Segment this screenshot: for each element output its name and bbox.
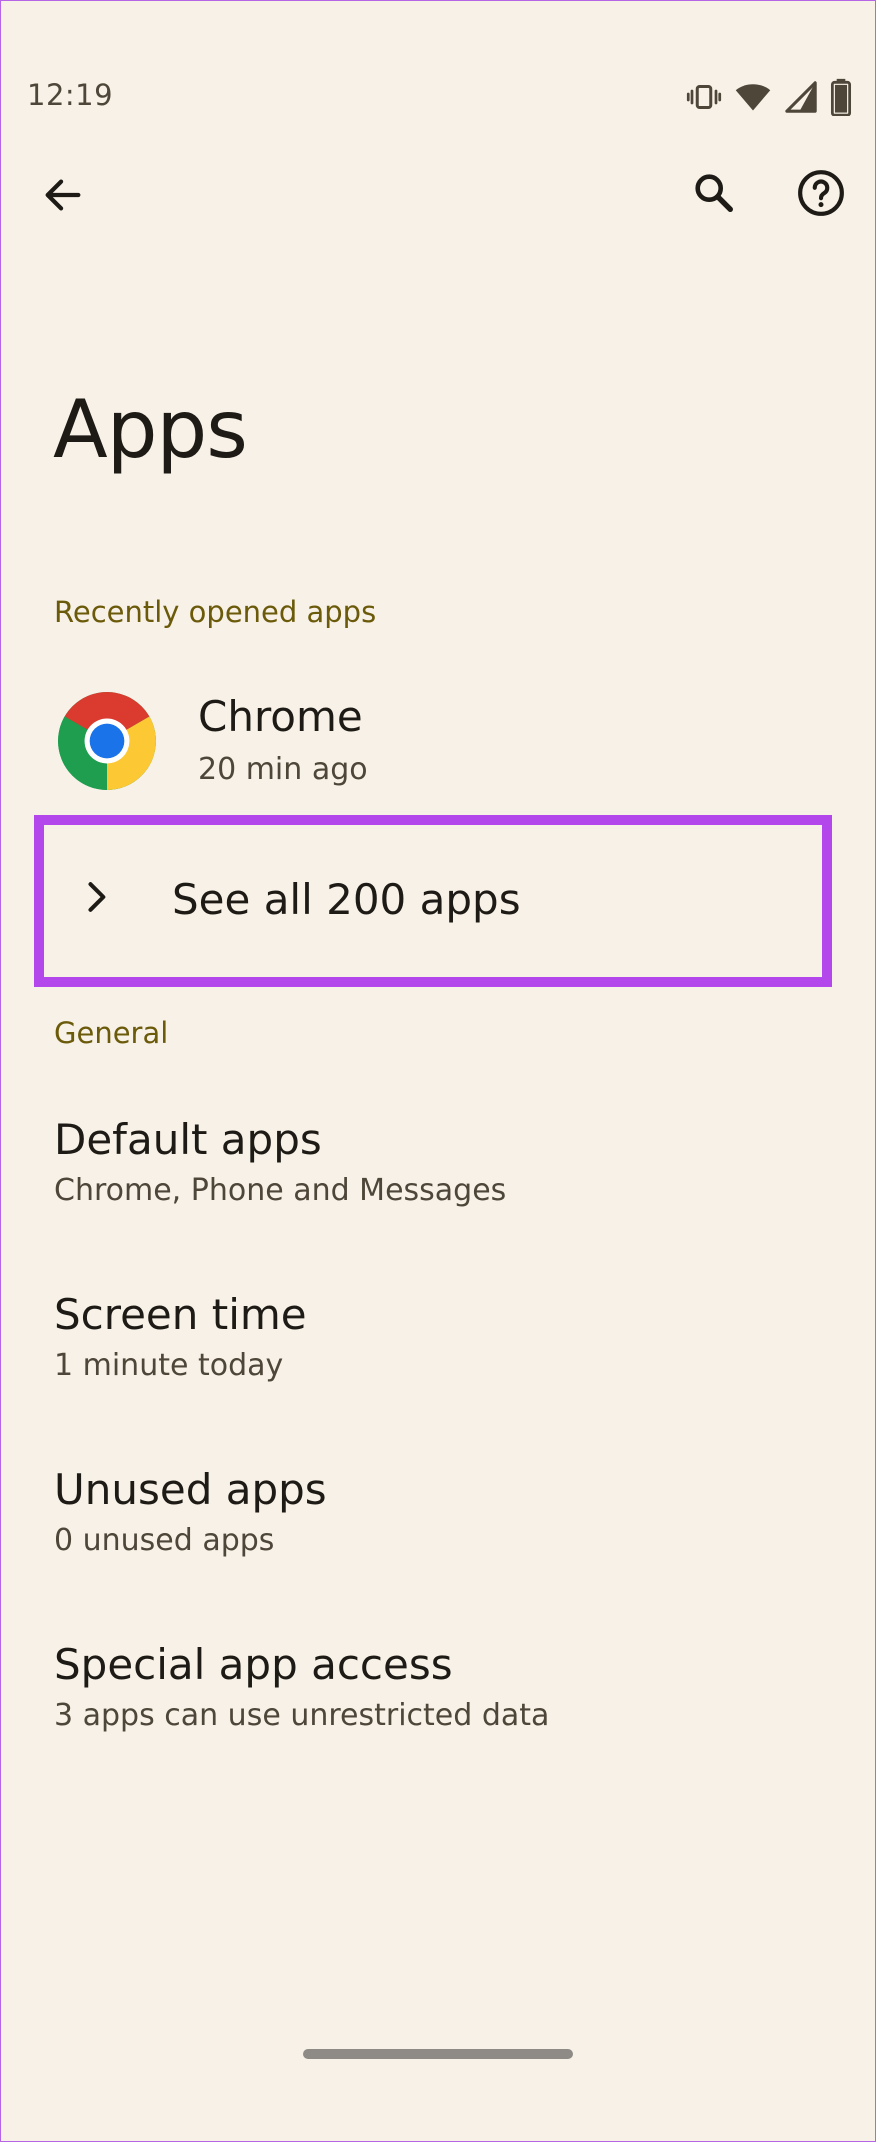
screenshot-border [0,0,876,2142]
app-last-opened: 20 min ago [198,752,368,787]
gesture-nav-handle[interactable] [303,2049,573,2059]
recent-app-chrome[interactable]: Chrome 20 min ago [0,680,876,800]
pref-special-app-access[interactable]: Special app access 3 apps can use unrest… [0,1640,876,1770]
app-name: Chrome [198,692,363,741]
pref-summary: 3 apps can use unrestricted data [54,1698,550,1733]
chrome-icon [58,692,156,790]
help-icon [798,170,844,216]
see-all-apps-button[interactable]: See all 200 apps [34,815,832,987]
section-header-general: General [54,1016,169,1050]
page-title: Apps [53,383,248,476]
pref-summary: Chrome, Phone and Messages [54,1173,507,1208]
signal-icon [784,79,818,115]
pref-title: Default apps [54,1115,322,1164]
pref-screen-time[interactable]: Screen time 1 minute today [0,1290,876,1420]
pref-summary: 0 unused apps [54,1523,275,1558]
battery-icon [830,78,852,116]
search-icon [695,174,733,212]
section-header-recent: Recently opened apps [54,595,377,629]
pref-unused-apps[interactable]: Unused apps 0 unused apps [0,1465,876,1595]
pref-title: Screen time [54,1290,307,1339]
back-button[interactable] [28,160,98,230]
pref-summary: 1 minute today [54,1348,284,1383]
pref-title: Special app access [54,1640,453,1689]
vibrate-icon [686,79,722,115]
pref-default-apps[interactable]: Default apps Chrome, Phone and Messages [0,1115,876,1245]
search-button[interactable] [679,158,749,228]
arrow-back-icon [45,179,81,211]
see-all-apps-label: See all 200 apps [172,875,521,924]
help-button[interactable] [786,158,856,228]
status-time: 12:19 [27,78,114,112]
pref-title: Unused apps [54,1465,327,1514]
wifi-icon [734,79,772,115]
chevron-right-icon [88,882,106,912]
status-icons [686,78,852,116]
